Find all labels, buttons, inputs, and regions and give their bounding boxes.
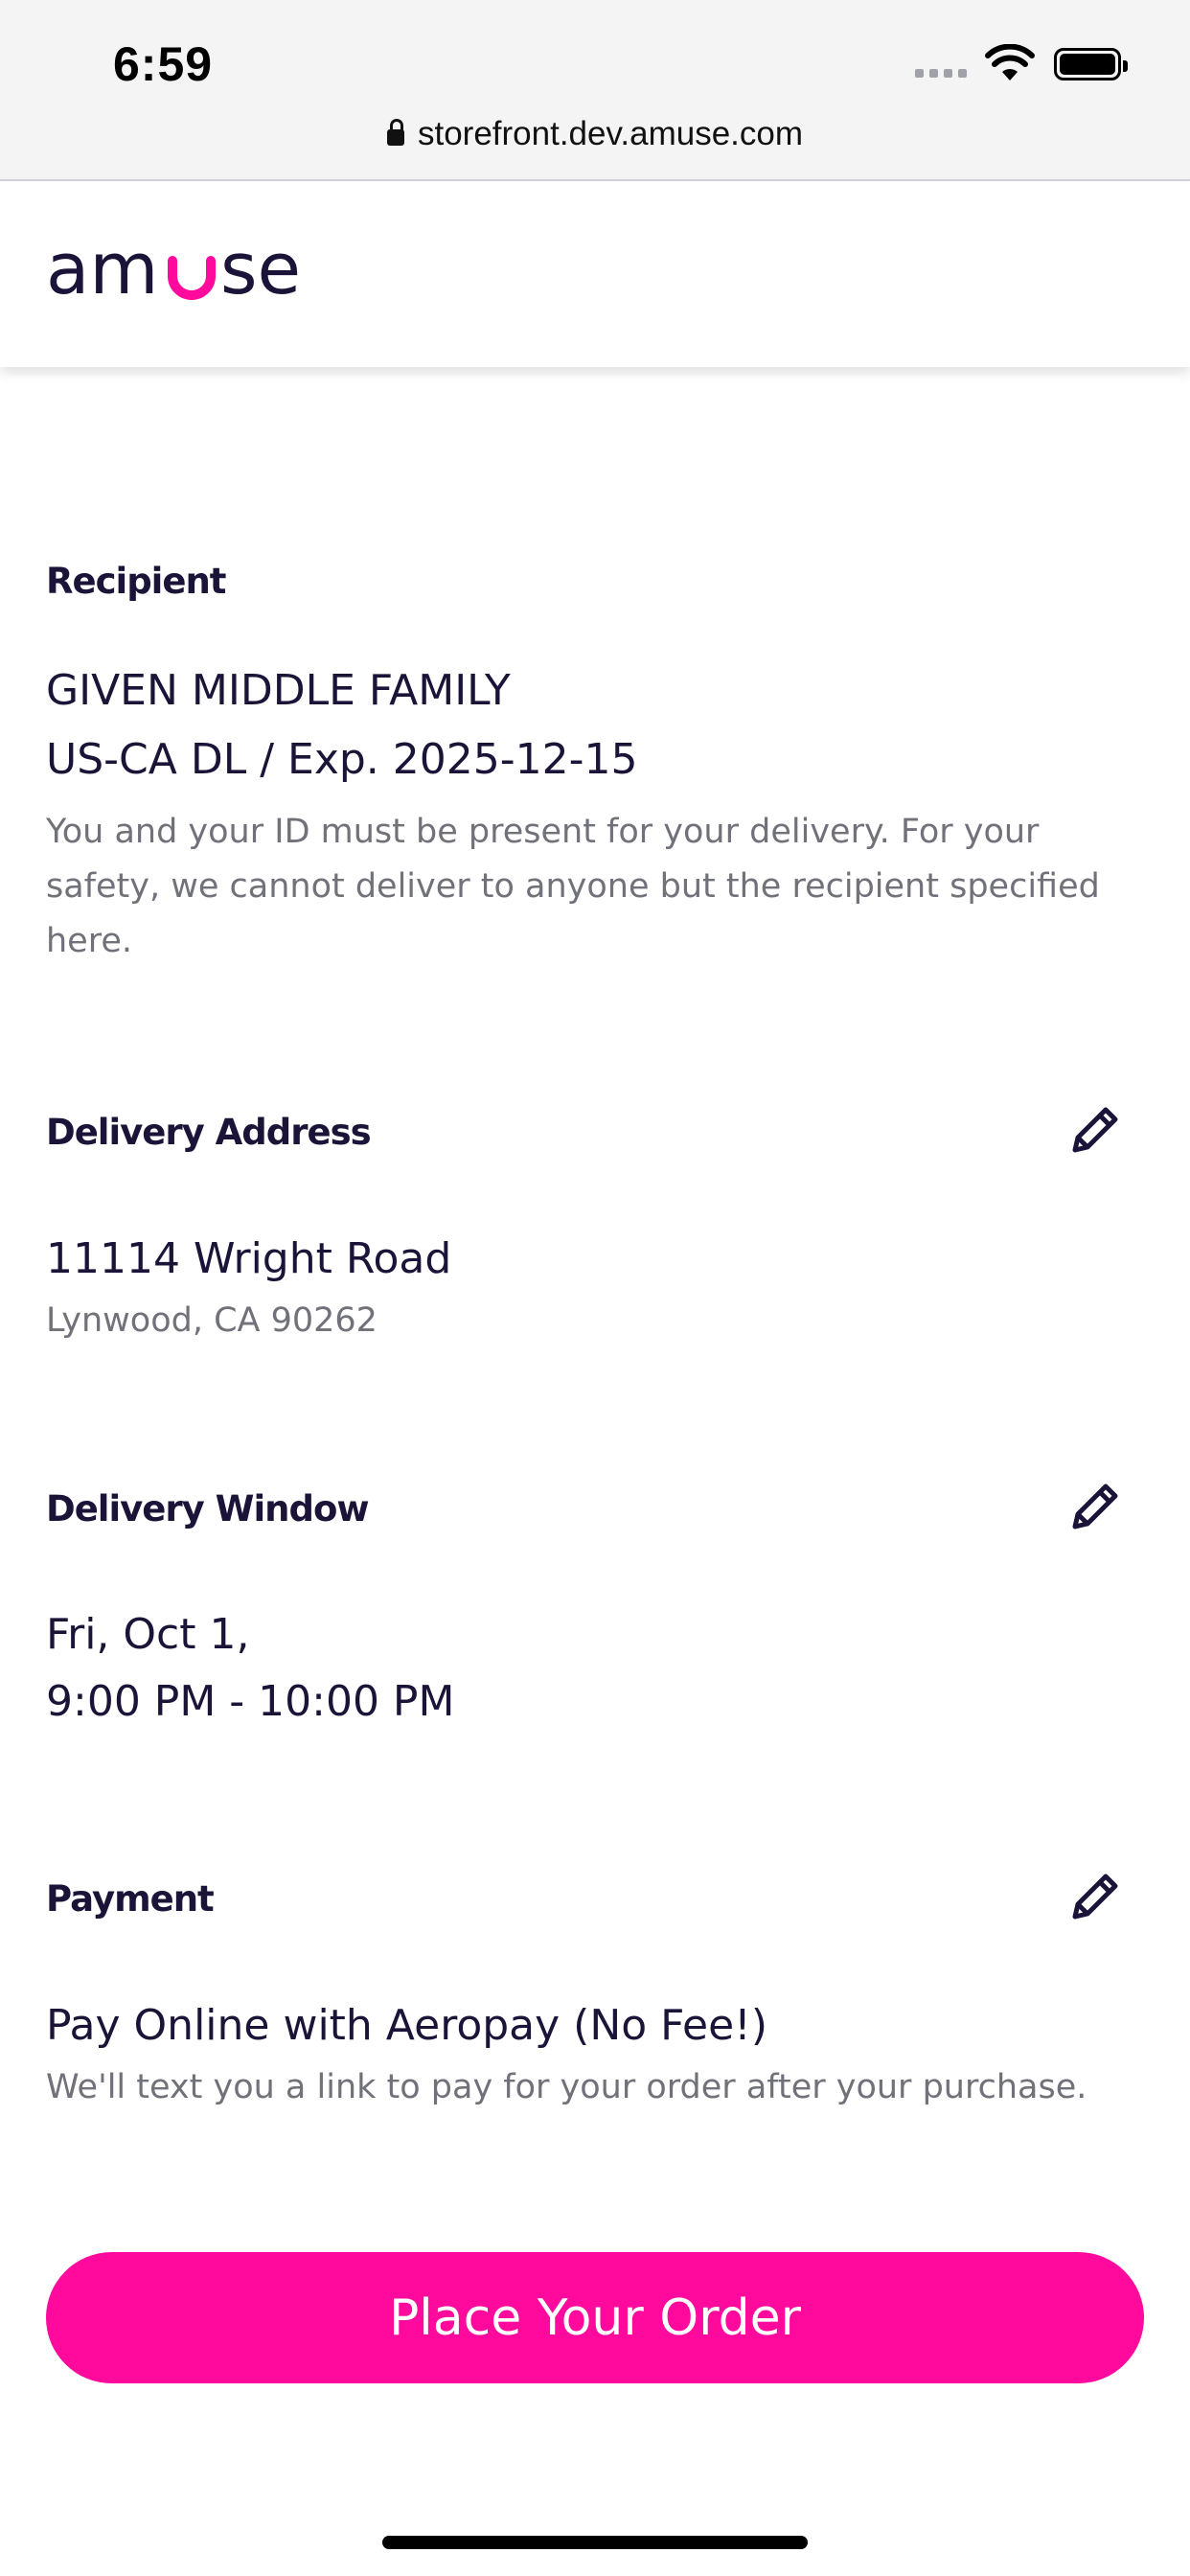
home-indicator[interactable] [382, 2536, 808, 2549]
edit-payment-pencil-icon[interactable] [1067, 1869, 1123, 1924]
edit-address-pencil-icon[interactable] [1067, 1102, 1123, 1158]
browser-bar: 6:59 storefront.dev.amuse.com [0, 0, 1190, 181]
recipient-label: Recipient [46, 561, 226, 602]
cellular-signal-icon [915, 69, 967, 78]
status-time: 6:59 [113, 37, 214, 91]
amuse-logo[interactable]: amuse am se [46, 238, 333, 307]
payment-note: We'll text you a link to pay for your or… [46, 2068, 1087, 2106]
place-order-button[interactable]: Place Your Order [46, 2252, 1144, 2383]
svg-text:se: se [220, 238, 301, 307]
address-city-line: Lynwood, CA 90262 [46, 1301, 378, 1340]
recipient-id-info: US-CA DL / Exp. 2025-12-15 [46, 735, 638, 784]
site-header: amuse am se [0, 182, 1190, 367]
payment-label: Payment [46, 1878, 215, 1920]
delivery-address-label: Delivery Address [46, 1112, 372, 1153]
recipient-name: GIVEN MIDDLE FAMILY [46, 666, 511, 715]
delivery-date: Fri, Oct 1, [46, 1610, 250, 1659]
edit-window-pencil-icon[interactable] [1067, 1479, 1123, 1534]
lock-icon [386, 119, 404, 146]
url-bar[interactable]: storefront.dev.amuse.com [0, 115, 1190, 153]
payment-method: Pay Online with Aeropay (No Fee!) [46, 2001, 767, 2050]
wifi-icon [985, 44, 1035, 80]
delivery-window-label: Delivery Window [46, 1488, 370, 1530]
url-text: storefront.dev.amuse.com [417, 115, 804, 152]
address-street: 11114 Wright Road [46, 1234, 452, 1283]
battery-icon [1054, 48, 1128, 80]
recipient-note: You and your ID must be present for your… [46, 813, 1100, 960]
svg-text:am: am [46, 238, 158, 307]
delivery-time-range: 9:00 PM - 10:00 PM [46, 1677, 455, 1726]
